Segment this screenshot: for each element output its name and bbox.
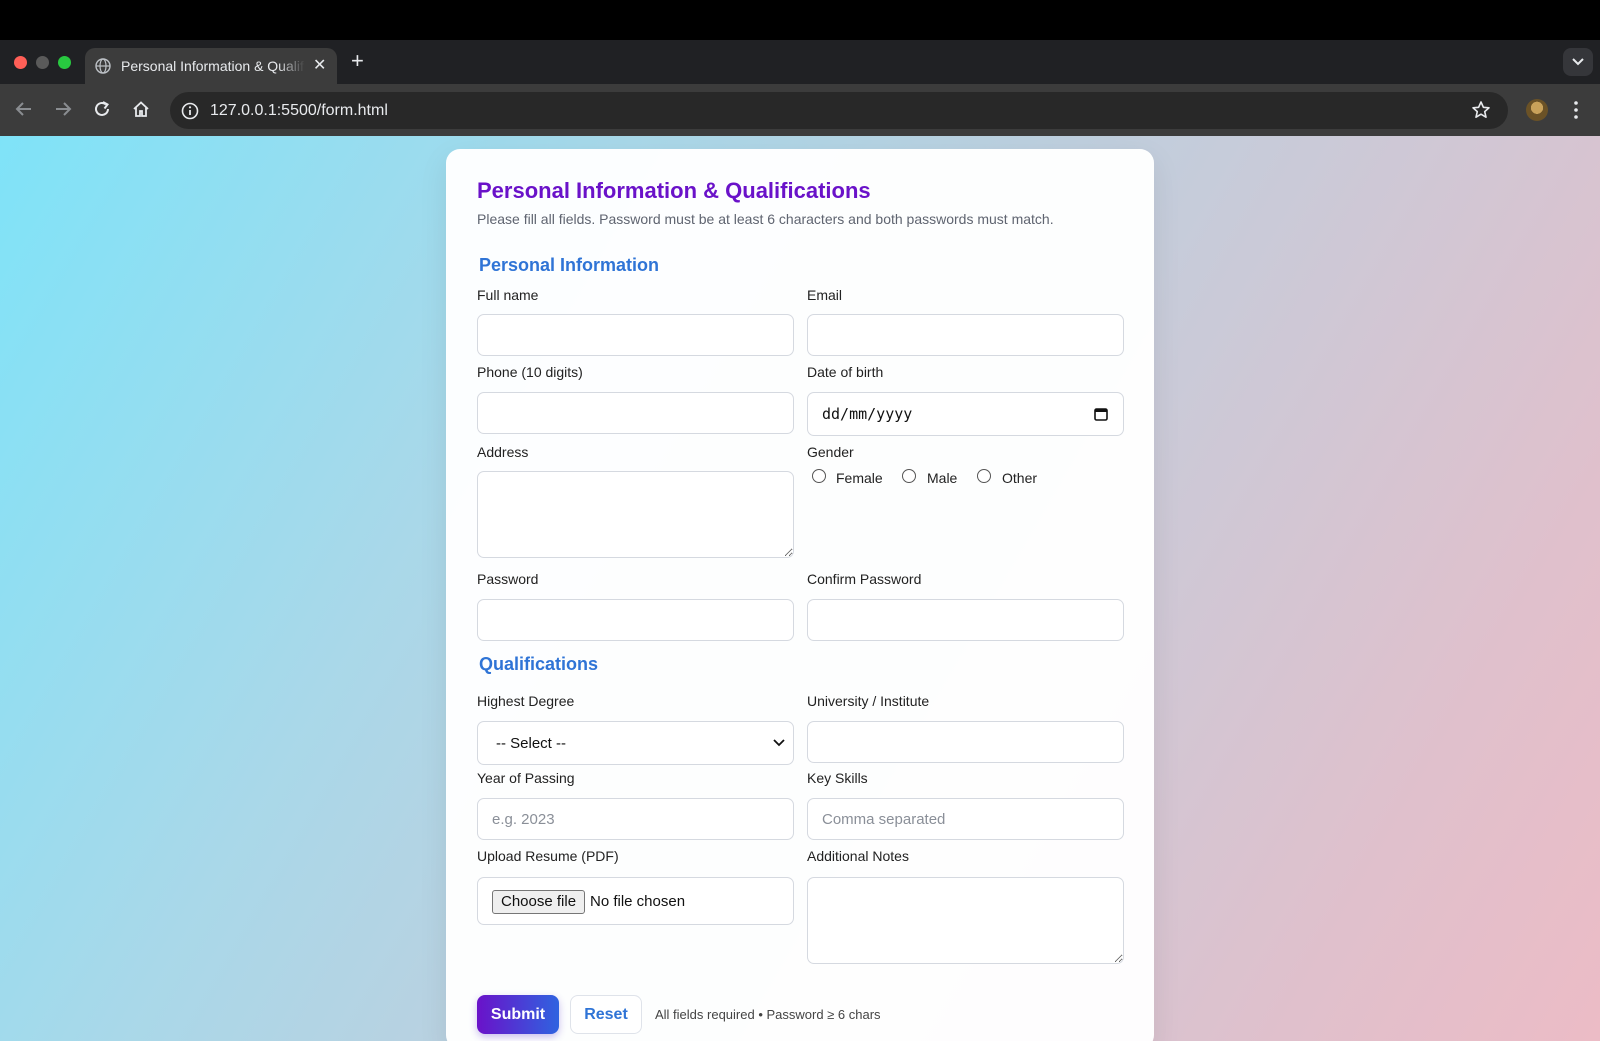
plus-icon[interactable]: + — [351, 50, 364, 72]
calendar-icon[interactable] — [1092, 405, 1110, 423]
page-viewport: Personal Information & Qualifications Pl… — [0, 136, 1600, 1041]
skills-label: Key Skills — [807, 770, 868, 786]
reset-button[interactable]: Reset — [570, 995, 642, 1034]
resume-file-input[interactable]: Choose file No file chosen — [477, 877, 794, 925]
browser-tab[interactable]: Personal Information & Qualifications ✕ — [85, 48, 337, 84]
notes-textarea[interactable] — [807, 877, 1124, 964]
info-icon[interactable] — [180, 101, 200, 121]
password-label: Password — [477, 571, 539, 587]
skills-input[interactable] — [807, 798, 1124, 840]
gender-other-label: Other — [1002, 470, 1038, 486]
window-maximize-button[interactable] — [58, 56, 71, 69]
forward-arrow-icon[interactable] — [52, 98, 74, 120]
year-input[interactable] — [477, 798, 794, 840]
form-card: Personal Information & Qualifications Pl… — [446, 149, 1154, 1041]
star-icon[interactable] — [1470, 99, 1492, 121]
email-label: Email — [807, 287, 843, 303]
form-hint: All fields required • Password ≥ 6 chars — [655, 1007, 881, 1022]
window-minimize-button[interactable] — [36, 56, 49, 69]
gender-female-label: Female — [836, 470, 883, 486]
gender-other-radio[interactable] — [977, 469, 991, 483]
submit-button[interactable]: Submit — [477, 995, 559, 1034]
gender-female-radio[interactable] — [812, 469, 826, 483]
profile-avatar[interactable] — [1526, 99, 1548, 121]
url-text[interactable]: 127.0.0.1:5500/form.html — [210, 101, 388, 121]
resume-label: Upload Resume (PDF) — [477, 848, 619, 864]
address-label: Address — [477, 444, 529, 460]
full-name-label: Full name — [477, 287, 539, 303]
confirm-password-label: Confirm Password — [807, 571, 922, 587]
notes-label: Additional Notes — [807, 848, 909, 864]
password-input[interactable] — [477, 599, 794, 641]
year-label: Year of Passing — [477, 770, 575, 786]
university-input[interactable] — [807, 721, 1124, 763]
dob-label: Date of birth — [807, 364, 884, 380]
tab-search-button[interactable] — [1563, 48, 1593, 76]
address-textarea[interactable] — [477, 471, 794, 558]
dob-input[interactable]: dd/mm/yyyy — [807, 392, 1124, 436]
os-top-bar — [0, 0, 1600, 40]
dob-placeholder: dd/mm/yyyy — [822, 405, 913, 423]
tab-title: Personal Information & Qualifications — [121, 58, 305, 74]
kebab-menu-icon[interactable] — [1568, 98, 1584, 122]
gender-label: Gender — [807, 444, 854, 460]
degree-select[interactable]: -- Select -- — [477, 721, 794, 765]
close-icon[interactable]: ✕ — [313, 58, 326, 74]
phone-label: Phone (10 digits) — [477, 364, 583, 380]
back-arrow-icon[interactable] — [13, 98, 35, 120]
page-title: Personal Information & Qualifications — [477, 178, 871, 203]
chevron-down-icon — [772, 736, 786, 750]
confirm-password-input[interactable] — [807, 599, 1124, 641]
window-close-button[interactable] — [14, 56, 27, 69]
phone-input[interactable] — [477, 392, 794, 434]
degree-label: Highest Degree — [477, 693, 575, 709]
chevron-down-icon — [1572, 58, 1584, 66]
university-label: University / Institute — [807, 693, 930, 709]
gender-male-label: Male — [927, 470, 958, 486]
email-input[interactable] — [807, 314, 1124, 356]
page-subtitle: Please fill all fields. Password must be… — [477, 211, 1054, 227]
globe-icon — [95, 58, 111, 74]
gender-male-radio[interactable] — [902, 469, 916, 483]
section-heading-qualifications: Qualifications — [479, 654, 599, 674]
full-name-input[interactable] — [477, 314, 794, 356]
section-heading-personal: Personal Information — [479, 255, 660, 275]
choose-file-button[interactable]: Choose file — [492, 890, 586, 914]
degree-selected-value: -- Select -- — [496, 735, 567, 752]
reload-icon[interactable] — [91, 98, 113, 120]
file-status: No file chosen — [590, 893, 686, 910]
home-icon[interactable] — [130, 98, 152, 120]
